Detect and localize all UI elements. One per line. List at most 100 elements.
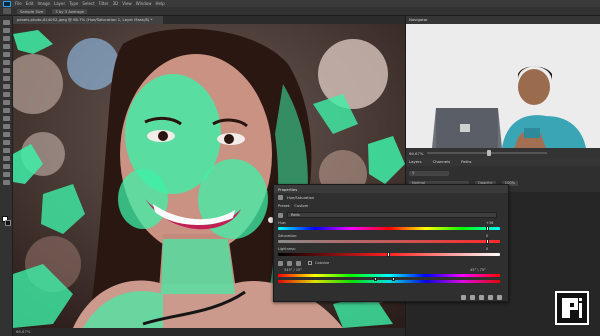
reset-icon[interactable]: [479, 295, 484, 300]
layers-header: Layers Channels Paths: [406, 158, 600, 166]
navigator-zoom-bar: 66.67%: [406, 148, 600, 158]
channel-row: Reds: [278, 212, 497, 218]
lightness-label: Lightness:: [278, 247, 296, 251]
targeted-adjustment-icon[interactable]: [278, 212, 283, 218]
background-color-swatch[interactable]: [5, 220, 11, 226]
hue-slider-knob[interactable]: [486, 226, 489, 231]
hand-tool-icon[interactable]: [3, 164, 10, 169]
brush-tool-icon[interactable]: [3, 76, 10, 81]
document-tab-bar: pexels-photo-814052.jpeg @ 66.7% (Hue/Sa…: [13, 16, 405, 24]
hue-value[interactable]: +36: [486, 221, 493, 225]
colorize-label: Colorize: [315, 261, 330, 265]
navigator-zoom-value[interactable]: 66.67%: [409, 151, 423, 156]
delete-trash-icon[interactable]: [497, 295, 502, 300]
more-tools-icon[interactable]: [3, 180, 10, 185]
menu-type[interactable]: Type: [69, 0, 78, 7]
rectangle-tool-icon[interactable]: [3, 156, 10, 161]
properties-panel: Properties Hue/Saturation Preset: Custom…: [273, 184, 509, 302]
channel-logo-watermark: [555, 291, 589, 325]
crop-tool-icon[interactable]: [3, 52, 10, 57]
history-brush-icon[interactable]: [3, 92, 10, 97]
hue-range-spectrum-top: [278, 274, 500, 277]
hue-range-spectrum-bottom: [278, 280, 500, 283]
colorize-checkbox[interactable]: [308, 261, 312, 265]
adjustment-name: Hue/Saturation: [287, 195, 315, 200]
view-previous-icon[interactable]: [470, 295, 475, 300]
zoom-tool-icon[interactable]: [3, 172, 10, 177]
lasso-tool-icon[interactable]: [3, 36, 10, 41]
gradient-tool-icon[interactable]: [3, 108, 10, 113]
saturation-value[interactable]: 0: [486, 234, 488, 238]
photoshop-logo-icon: [3, 0, 11, 7]
saturation-slider-knob[interactable]: [486, 239, 489, 244]
menu-select[interactable]: Select: [82, 0, 94, 7]
navigator-header: Navigator: [406, 16, 600, 24]
navigator-thumbnail-image: [406, 24, 600, 148]
type-tool-icon[interactable]: [3, 140, 10, 145]
channel-select[interactable]: Reds: [287, 212, 497, 218]
saturation-label: Saturation:: [278, 234, 298, 238]
clip-to-layer-icon[interactable]: [461, 295, 466, 300]
eyedropper-plus-icon[interactable]: [287, 260, 292, 266]
status-bar: 66.67%: [13, 328, 405, 336]
colorize-option[interactable]: Colorize: [308, 261, 329, 265]
tab-layers[interactable]: Layers: [406, 158, 422, 166]
eyedropper-icon[interactable]: [3, 60, 10, 65]
tools-panel: [0, 16, 13, 336]
eyedropper-row: [278, 260, 301, 266]
visibility-eye-icon[interactable]: [488, 295, 493, 300]
range-handle-right[interactable]: [392, 277, 395, 281]
eyedropper-minus-icon[interactable]: [296, 260, 301, 266]
navigator-tab[interactable]: Navigator: [406, 16, 428, 24]
range-right-readout: 45° \ 75°: [470, 268, 486, 272]
navigator-preview[interactable]: [406, 24, 600, 148]
options-bar: Sample Size 3 by 3 Average: [0, 7, 600, 16]
move-tool-icon[interactable]: [3, 20, 10, 25]
dodge-tool-icon[interactable]: [3, 124, 10, 129]
eraser-tool-icon[interactable]: [3, 100, 10, 105]
layers-filter-row: ⚲: [409, 170, 449, 176]
menu-3d[interactable]: 3D: [113, 0, 119, 7]
adjustment-title-row: Hue/Saturation: [274, 193, 508, 202]
hue-slider-track[interactable]: [278, 227, 500, 230]
layers-kind-filter[interactable]: ⚲: [409, 170, 449, 176]
tab-paths[interactable]: Paths: [458, 158, 471, 166]
menu-help[interactable]: Help: [155, 0, 164, 7]
range-left-readout: 345° / 15°: [284, 268, 303, 272]
menu-bar: File Edit Image Layer Type Select Filter…: [0, 0, 600, 7]
healing-brush-icon[interactable]: [3, 68, 10, 73]
menu-file[interactable]: File: [15, 0, 22, 7]
sample-size-label: Sample Size: [17, 8, 47, 14]
eyedropper-tool-icon[interactable]: [3, 8, 11, 14]
menu-view[interactable]: View: [122, 0, 132, 7]
blur-tool-icon[interactable]: [3, 116, 10, 121]
menu-edit[interactable]: Edit: [26, 0, 34, 7]
navigator-zoom-knob[interactable]: [487, 150, 492, 156]
photoshop-window: File Edit Image Layer Type Select Filter…: [0, 0, 600, 336]
properties-header[interactable]: Properties: [274, 185, 508, 193]
lightness-value[interactable]: 0: [486, 247, 488, 251]
properties-footer: [274, 293, 508, 302]
tab-channels[interactable]: Channels: [430, 158, 451, 166]
pen-tool-icon[interactable]: [3, 132, 10, 137]
properties-title: Properties: [278, 186, 298, 192]
quick-select-tool-icon[interactable]: [3, 44, 10, 49]
navigator-zoom-slider[interactable]: [427, 150, 548, 156]
clone-stamp-icon[interactable]: [3, 84, 10, 89]
marquee-tool-icon[interactable]: [3, 28, 10, 33]
preset-row: Preset: Custom: [278, 203, 308, 209]
menu-layer[interactable]: Layer: [54, 0, 65, 7]
preset-label: Preset:: [278, 204, 291, 208]
path-select-icon[interactable]: [3, 148, 10, 153]
logo-icon: [562, 298, 582, 318]
eyedropper-icon[interactable]: [278, 260, 283, 266]
sample-size-select[interactable]: 3 by 3 Average: [52, 8, 87, 14]
menu-window[interactable]: Window: [136, 0, 152, 7]
saturation-slider-track[interactable]: [278, 240, 500, 243]
range-handle-left[interactable]: [374, 277, 377, 281]
menu-image[interactable]: Image: [37, 0, 50, 7]
document-tab[interactable]: pexels-photo-814052.jpeg @ 66.7% (Hue/Sa…: [13, 16, 163, 24]
preset-select[interactable]: Custom: [294, 204, 308, 208]
lightness-slider-knob[interactable]: [387, 252, 390, 257]
menu-filter[interactable]: Filter: [99, 0, 109, 7]
